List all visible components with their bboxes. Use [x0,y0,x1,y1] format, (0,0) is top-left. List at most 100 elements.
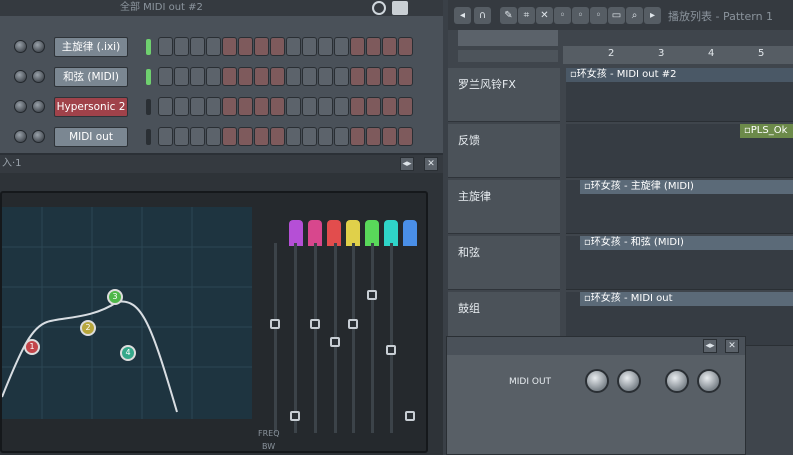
step-cell[interactable] [270,37,285,56]
arrow-icon[interactable]: ◂ [454,7,471,24]
step-cell[interactable] [286,97,301,116]
step-cell[interactable] [158,67,173,86]
select-icon[interactable]: ▭ [608,7,625,24]
step-cell[interactable] [238,97,253,116]
volume-knob[interactable] [14,100,27,113]
step-sequencer[interactable] [158,97,413,116]
channel-button[interactable]: 和弦 (MIDI) [54,67,128,87]
step-cell[interactable] [382,97,397,116]
slip-icon[interactable]: ◦ [572,7,589,24]
step-cell[interactable] [286,37,301,56]
step-cell[interactable] [398,127,413,146]
track-header[interactable]: 罗兰风铃FX [448,68,560,122]
step-cell[interactable] [350,37,365,56]
step-cell[interactable] [302,97,317,116]
step-cell[interactable] [174,67,189,86]
step-cell[interactable] [366,67,381,86]
clip[interactable]: ▫环女孩 - 主旋律 (MIDI) [580,180,793,194]
channel-button[interactable]: MIDI out [54,127,128,147]
step-cell[interactable] [270,97,285,116]
plugin-knob[interactable] [617,369,641,393]
fader-track[interactable] [390,243,393,433]
step-cell[interactable] [334,127,349,146]
step-cell[interactable] [318,37,333,56]
plugin-knob[interactable] [585,369,609,393]
step-cell[interactable] [158,37,173,56]
step-cell[interactable] [350,67,365,86]
step-cell[interactable] [190,37,205,56]
plugin-knob[interactable] [697,369,721,393]
fader-track[interactable] [352,243,355,433]
step-cell[interactable] [238,67,253,86]
step-sequencer[interactable] [158,127,413,146]
step-cell[interactable] [286,127,301,146]
arrows-icon[interactable]: ◂▸ [400,157,414,171]
plugin-knob[interactable] [665,369,689,393]
step-cell[interactable] [382,67,397,86]
channel-led[interactable] [146,69,151,85]
step-cell[interactable] [270,127,285,146]
step-cell[interactable] [366,97,381,116]
step-cell[interactable] [158,127,173,146]
fader-handle[interactable] [386,345,396,355]
step-cell[interactable] [382,127,397,146]
step-cell[interactable] [270,67,285,86]
step-sequencer[interactable] [158,37,413,56]
timeline-ruler[interactable]: 2 3 4 5 [563,46,793,64]
slice-icon[interactable]: ◦ [590,7,607,24]
step-cell[interactable] [302,37,317,56]
channel-led[interactable] [146,39,151,55]
piano-icon[interactable] [392,1,408,15]
step-cell[interactable] [318,67,333,86]
eq-node[interactable]: 4 [120,345,136,361]
step-cell[interactable] [318,127,333,146]
channel-led[interactable] [146,129,151,145]
fader-handle[interactable] [367,290,377,300]
step-cell[interactable] [286,67,301,86]
arrows-icon[interactable]: ◂▸ [703,339,717,353]
fader-handle[interactable] [310,319,320,329]
eq-node[interactable]: 3 [107,289,123,305]
step-cell[interactable] [382,37,397,56]
step-cell[interactable] [334,37,349,56]
step-cell[interactable] [302,67,317,86]
step-cell[interactable] [238,37,253,56]
step-cell[interactable] [206,37,221,56]
fader-handle[interactable] [348,319,358,329]
step-cell[interactable] [222,37,237,56]
step-cell[interactable] [302,127,317,146]
play-icon[interactable]: ▸ [644,7,661,24]
channel-button[interactable]: Hypersonic 2 [54,97,128,117]
step-cell[interactable] [174,97,189,116]
step-cell[interactable] [206,127,221,146]
volume-knob[interactable] [14,40,27,53]
close-icon[interactable]: ✕ [424,157,438,171]
step-cell[interactable] [222,97,237,116]
channel-button[interactable]: 主旋律 (.ixi) [54,37,128,57]
track-filter[interactable] [458,50,558,62]
fader-handle[interactable] [270,319,280,329]
clip[interactable]: ▫PLS_Ok [740,124,793,138]
pan-knob[interactable] [32,100,45,113]
step-cell[interactable] [334,67,349,86]
step-cell[interactable] [398,37,413,56]
volume-knob[interactable] [14,70,27,83]
step-cell[interactable] [334,97,349,116]
step-cell[interactable] [238,127,253,146]
close-icon[interactable]: ✕ [725,339,739,353]
fader-track[interactable] [371,243,374,433]
step-cell[interactable] [206,97,221,116]
step-cell[interactable] [174,37,189,56]
clip[interactable]: ▫环女孩 - 和弦 (MIDI) [580,236,793,250]
step-cell[interactable] [190,67,205,86]
magnet-icon[interactable]: ∩ [474,7,491,24]
delete-icon[interactable]: ✕ [536,7,553,24]
step-cell[interactable] [190,127,205,146]
step-cell[interactable] [222,127,237,146]
step-cell[interactable] [190,97,205,116]
pencil-icon[interactable]: ✎ [500,7,517,24]
eq-node[interactable]: 2 [80,320,96,336]
pan-knob[interactable] [32,40,45,53]
fader-track[interactable] [274,243,277,433]
step-cell[interactable] [350,97,365,116]
